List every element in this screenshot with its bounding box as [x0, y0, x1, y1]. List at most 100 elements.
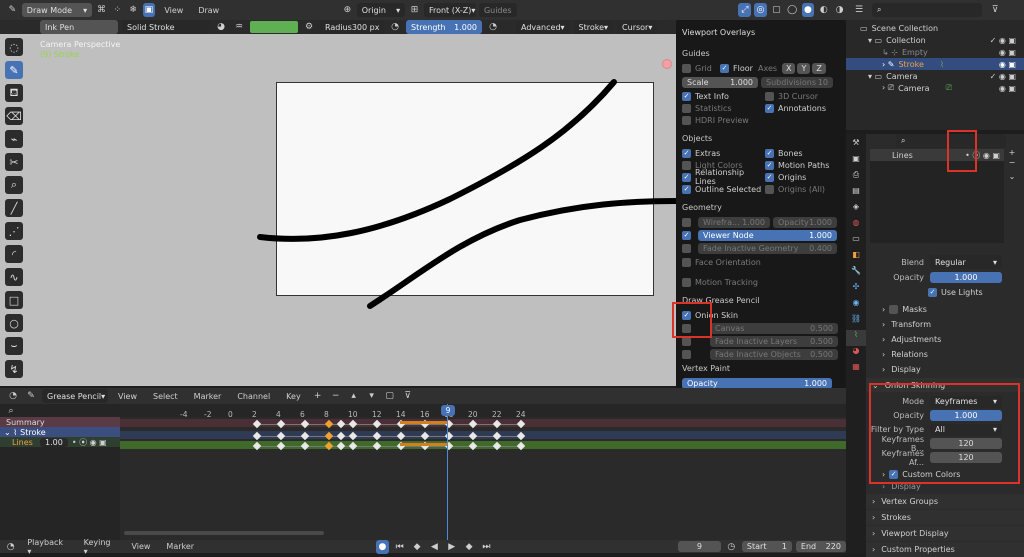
up-arrow-icon[interactable]: ▴	[347, 389, 361, 403]
curve-tool-icon[interactable]: ∿	[5, 268, 23, 286]
channel-stroke[interactable]: ⌄ ⌇ Stroke	[0, 427, 120, 437]
channel-search-icon[interactable]: ⌕	[4, 404, 18, 418]
radius-field[interactable]: Radius 300 px	[320, 20, 384, 34]
gizmo-icon[interactable]: ⤢	[738, 3, 752, 17]
settings-icon[interactable]: ⚙	[302, 20, 316, 34]
box-tool-icon[interactable]: □	[5, 291, 23, 309]
material-tab-icon[interactable]: ◕	[846, 346, 866, 362]
dopesheet-menu-key[interactable]: Key	[286, 392, 301, 401]
shading-wire-icon[interactable]: ◯	[786, 3, 799, 17]
jump-start-icon[interactable]: ⏮	[393, 540, 406, 554]
hdri-checkbox[interactable]	[682, 115, 691, 125]
origins-checkbox[interactable]: ✓	[765, 172, 774, 182]
collection-tab-icon[interactable]: ▭	[846, 234, 866, 250]
effects-tab-icon[interactable]: ✣	[846, 282, 866, 298]
axis-z-toggle[interactable]: Z	[812, 62, 826, 74]
dopesheet-menu-marker[interactable]: Marker	[194, 392, 222, 401]
layer-opacity-field[interactable]: 1.000	[930, 271, 1002, 283]
cursor-3d-checkbox[interactable]	[765, 91, 774, 101]
layer-remove-icon[interactable]: −	[1006, 158, 1018, 167]
text-info-checkbox[interactable]: ✓	[682, 91, 691, 101]
relations-panel[interactable]: › Relations	[866, 347, 1024, 361]
dopesheet-editor-icon[interactable]: ◔	[6, 389, 20, 403]
channel-lines[interactable]: Lines 1.00 • ⦿ ◉ ▣	[0, 437, 120, 447]
next-key-icon[interactable]: ◆	[462, 540, 475, 554]
outliner-scene-collection[interactable]: ▭ Scene Collection	[846, 22, 1024, 34]
timeline-view-menu[interactable]: View	[131, 542, 150, 551]
lines-opacity-field[interactable]: 1.00	[40, 437, 68, 447]
annotations-checkbox[interactable]: ✓	[765, 103, 774, 113]
cursor-dropdown[interactable]: Cursor ▾	[617, 20, 658, 34]
color-wheel-icon[interactable]: ◕	[214, 20, 228, 34]
shading-material-icon[interactable]: ◐	[817, 3, 830, 17]
only-selected-icon[interactable]: ▢	[383, 389, 397, 403]
fade-objects-checkbox[interactable]	[682, 349, 691, 359]
filter-keys-icon[interactable]: ⊽	[401, 389, 415, 403]
modifier-tab-icon[interactable]: 🔧	[846, 266, 866, 282]
points-icon[interactable]: ⁘	[111, 3, 124, 17]
layer-add-icon[interactable]: +	[1006, 148, 1018, 157]
statistics-checkbox[interactable]	[682, 103, 691, 113]
menu-draw[interactable]: Draw	[198, 6, 219, 15]
outliner-search[interactable]: ⌕	[872, 3, 982, 17]
viewer-node-checkbox[interactable]: ✓	[682, 230, 691, 240]
dopesheet-menu-view[interactable]: View	[118, 392, 137, 401]
tint-tool-icon[interactable]: ⌁	[5, 130, 23, 148]
cutter-tool-icon[interactable]: ✂	[5, 153, 23, 171]
shading-solid-icon[interactable]: ●	[801, 3, 815, 17]
filter-icon[interactable]: ⊽	[988, 3, 1002, 17]
timeline-marker-menu[interactable]: Marker	[166, 542, 194, 551]
data-tab-icon[interactable]: ⌇	[846, 330, 866, 346]
lasso-icon[interactable]: ⌘	[95, 3, 108, 17]
advanced-dropdown[interactable]: Advanced ▾	[516, 20, 570, 34]
wireframe-field[interactable]: Wirefra... 1.000	[698, 216, 770, 228]
origins-all-checkbox[interactable]	[765, 184, 774, 194]
viewer-node-field[interactable]: Viewer Node 1.000	[698, 229, 837, 241]
physics-tab-icon[interactable]: ◉	[846, 298, 866, 314]
outliner-camera-collection[interactable]: ▾ ▭ Camera ✓ ◉ ▣	[846, 70, 1024, 82]
outline-selected-checkbox[interactable]: ✓	[682, 184, 691, 194]
layer-menu-icon[interactable]: ⌄	[1006, 172, 1018, 181]
shading-render-icon[interactable]: ◑	[833, 3, 846, 17]
face-orientation-checkbox[interactable]	[682, 257, 691, 267]
opacity-field[interactable]: Opacity 1.000	[773, 216, 837, 228]
menu-view[interactable]: View	[164, 6, 183, 15]
playhead-badge[interactable]: 9	[441, 405, 455, 416]
overlays-icon[interactable]: ◎	[754, 3, 767, 17]
timeline-editor-icon[interactable]: ◔	[4, 540, 17, 554]
fade-layers-field[interactable]: Fade Inactive Layers 0.500	[710, 335, 838, 347]
strength-pressure-icon[interactable]: ◔	[486, 20, 500, 34]
grid-checkbox[interactable]	[682, 63, 691, 73]
color-swatch[interactable]	[250, 21, 298, 33]
render-tab-icon[interactable]: ▣	[846, 154, 866, 170]
motion-paths-checkbox[interactable]: ✓	[765, 160, 774, 170]
light-colors-checkbox[interactable]	[682, 160, 691, 170]
multiframe-icon[interactable]: ▣	[142, 3, 156, 17]
dopesheet-mode-dropdown[interactable]: Grease Pencil ▾	[42, 389, 108, 403]
use-lights-checkbox[interactable]: ✓	[928, 287, 937, 297]
outliner-editor-icon[interactable]: ☰	[852, 3, 866, 17]
fill-tool-icon[interactable]: ⛾	[5, 84, 23, 102]
custom-properties-panel[interactable]: › Custom Properties	[866, 542, 1024, 557]
world-tab-icon[interactable]: ◍	[846, 218, 866, 234]
down-arrow-icon[interactable]: ▾	[365, 389, 379, 403]
line-tool-icon[interactable]: ╱	[5, 199, 23, 217]
tool-tab-icon[interactable]: ⚒	[846, 138, 866, 154]
arc-tool-icon[interactable]: ◜	[5, 245, 23, 263]
circle-tool-icon[interactable]: ○	[5, 314, 23, 332]
remove-key-icon[interactable]: −	[329, 389, 343, 403]
prev-key-icon[interactable]: ◆	[410, 540, 423, 554]
start-frame-field[interactable]: Start 1	[741, 541, 792, 552]
object-tab-icon[interactable]: ◧	[846, 250, 866, 266]
motion-tracking-checkbox[interactable]	[682, 277, 691, 287]
transform-panel[interactable]: › Transform	[866, 317, 1024, 331]
mode-dropdown[interactable]: Draw Mode ▾	[21, 3, 93, 17]
draw-tool-icon[interactable]: ✎	[5, 61, 23, 79]
masks-panel[interactable]: › Masks	[866, 302, 1024, 316]
strokes-panel[interactable]: › Strokes	[866, 510, 1024, 525]
adjustments-panel[interactable]: › Adjustments	[866, 332, 1024, 346]
play-reverse-icon[interactable]: ◀	[428, 540, 441, 554]
brush-icon[interactable]: ♒	[232, 20, 246, 34]
guides-dropdown[interactable]: Guides	[478, 3, 517, 17]
canvas-field[interactable]: Canvas 0.500	[710, 322, 838, 334]
